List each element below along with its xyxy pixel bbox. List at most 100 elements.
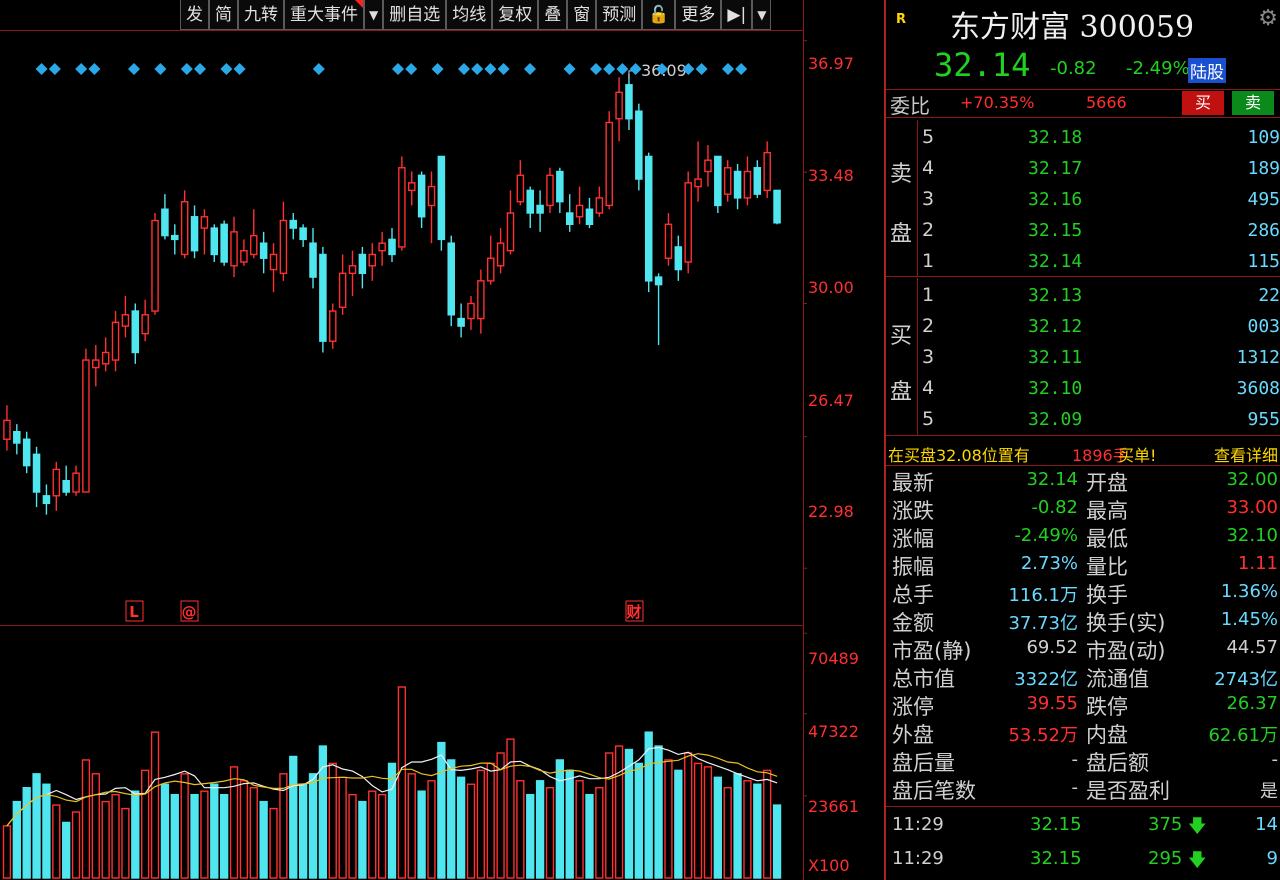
candle-body [546,174,554,207]
level-volume: 109 [1247,127,1280,148]
toolbar-events-dropdown[interactable]: ▼ [364,0,384,30]
candle-body [299,227,307,241]
stat-label: 是否盈利 [1086,779,1170,803]
bid-level-row[interactable]: 1 32.13 22 [918,280,1280,311]
candle-body [32,453,41,493]
volume-axis-label: 47322 [808,722,859,741]
volume-bar [476,769,486,879]
volume-bar [437,741,446,879]
candle-body [664,223,673,259]
candle-body [111,321,120,361]
toolbar-major-events-button[interactable]: 重大事件 [284,0,364,30]
toolbar-fa-button[interactable]: 发 [180,0,209,30]
toolbar-ma-button[interactable]: 均线 [446,0,493,30]
volume-bar [743,780,752,879]
candle-body [230,231,238,267]
kline-svg[interactable]: 36.09L@财 [0,0,880,880]
level-volume: 955 [1247,409,1280,430]
candle-body [131,310,140,354]
candle-body [556,170,564,203]
ask-level-row[interactable]: 4 32.17 189 [918,153,1280,184]
toolbar-jian-button[interactable]: 简 [209,0,238,30]
signal-diamond [484,63,497,75]
volume-axis-label: 23661 [808,797,859,816]
order-ratio-row: 委比 +70.35% 5666 买 卖 [886,88,1280,118]
kline-chart[interactable]: 36.09L@财 36.97 33.48 30.00 26.47 22.98 7… [0,0,880,880]
candle-body [526,189,534,214]
stat-label: 开盘 [1086,471,1128,495]
tick-volume: 375 [1148,814,1183,835]
toolbar-more-button[interactable]: 更多 [675,0,722,30]
bid-level-row[interactable]: 5 32.09 955 [918,404,1280,435]
bid-level-row[interactable]: 4 32.10 3608 [918,373,1280,404]
stat-value: 62.61万 [1208,725,1278,746]
volume-bar [624,748,634,879]
stat-row: 涨停 39.55 跌停 26.37 [886,691,1280,719]
toolbar-adjust-button[interactable]: 复权 [492,0,539,30]
ask-level-row[interactable]: 5 32.18 109 [918,122,1280,153]
stat-label: 涨跌 [892,499,934,523]
volume-bar [723,787,732,879]
volume-bar [427,780,436,879]
candle-body [72,472,80,493]
stat-value: 32.00 [1226,469,1278,490]
signal-diamond [471,63,484,75]
level-price: 32.09 [1028,409,1083,430]
stat-value: 1.45% [1220,609,1278,630]
level-price: 32.16 [1028,189,1083,210]
volume-bar [249,787,258,879]
tick-price: 32.15 [1030,848,1082,869]
level-volume: 22 [1258,285,1280,306]
candle-body [605,121,613,207]
quote-stats: 最新 32.14 开盘 32.00 涨跌 -0.82 最高 33.00 涨幅 -2.49% 最低 32… [886,467,1280,807]
stat-value: 37.73亿 [1008,613,1078,634]
level-price: 32.10 [1028,378,1083,399]
volume-bar [170,793,179,879]
stat-value: 1.36% [1220,581,1278,602]
stat-label: 市盈(静) [892,639,972,663]
level-price: 32.17 [1028,158,1083,179]
stat-label: 金额 [892,611,934,635]
bid-level-row[interactable]: 3 32.11 1312 [918,342,1280,373]
toolbar-window-button[interactable]: 窗 [567,0,597,30]
toolbar-jiuzhuan-button[interactable]: 九转 [238,0,284,30]
lock-icon[interactable]: 🔓 [642,0,676,30]
toolbar-delete-watchlist-button[interactable]: 删自选 [383,0,447,30]
volume-bar [703,766,713,879]
sell-button[interactable]: 卖 [1232,91,1274,115]
gear-icon[interactable]: ⚙ [1258,6,1278,31]
ask-level-row[interactable]: 1 32.14 115 [918,246,1280,277]
signal-diamond [88,63,101,75]
bid-level-row[interactable]: 2 32.12 003 [918,311,1280,342]
signal-diamond [431,63,444,75]
stat-row: 涨跌 -0.82 最高 33.00 [886,495,1280,523]
candle-body [427,185,436,207]
ask-level-row[interactable]: 3 32.16 495 [918,184,1280,215]
candle-body [704,159,712,173]
toolbar-more-dropdown[interactable]: ▼ [752,0,772,30]
toolbar-end-icon[interactable]: ▶| [721,0,753,30]
tick-count: 9 [1266,848,1278,869]
r-badge: R [896,12,907,27]
stock-header: R 东方财富 300059 ⚙ 32.14 -0.82 -2.49% 陆股 [886,0,1280,90]
stat-value: 2743亿 [1214,669,1278,690]
level-price: 32.14 [1028,251,1083,272]
buy-button[interactable]: 买 [1182,91,1224,115]
volume-bar [772,804,782,879]
stat-label: 最高 [1086,499,1128,523]
stat-label: 换手 [1086,583,1128,607]
ask-level-row[interactable]: 2 32.15 286 [918,215,1280,246]
signal-diamond [312,63,325,75]
toolbar-forecast-button[interactable]: 预测 [596,0,643,30]
lugu-badge[interactable]: 陆股 [1188,58,1226,83]
signal-diamond [590,63,602,75]
candle-body [141,314,149,335]
stat-label: 市盈(动) [1086,639,1166,663]
volume-bar [634,762,643,879]
level-price: 32.12 [1028,316,1083,337]
toolbar-overlay-button[interactable]: 叠 [538,0,568,30]
volume-bar [753,783,762,879]
view-detail-link[interactable]: 查看详细 [1214,442,1278,466]
tick-list[interactable]: 11:29 32.15 375 🡇 14 11:29 32.15 295 🡇 9 [886,808,1280,880]
volume-bar [377,793,387,879]
